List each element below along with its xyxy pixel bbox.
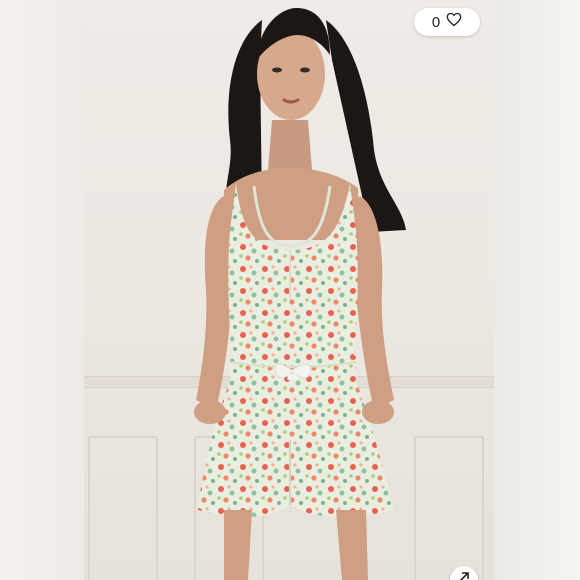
arrow-up-right-icon (458, 570, 470, 580)
product-photo[interactable] (84, 0, 494, 580)
listing-image-viewer: 0 (0, 0, 580, 580)
model-illustration (194, 8, 406, 580)
heart-outline-icon (446, 12, 462, 32)
image-side-padding-left (0, 0, 84, 580)
like-button[interactable]: 0 (414, 8, 480, 36)
like-count: 0 (431, 13, 441, 31)
image-side-padding-right (494, 0, 580, 580)
